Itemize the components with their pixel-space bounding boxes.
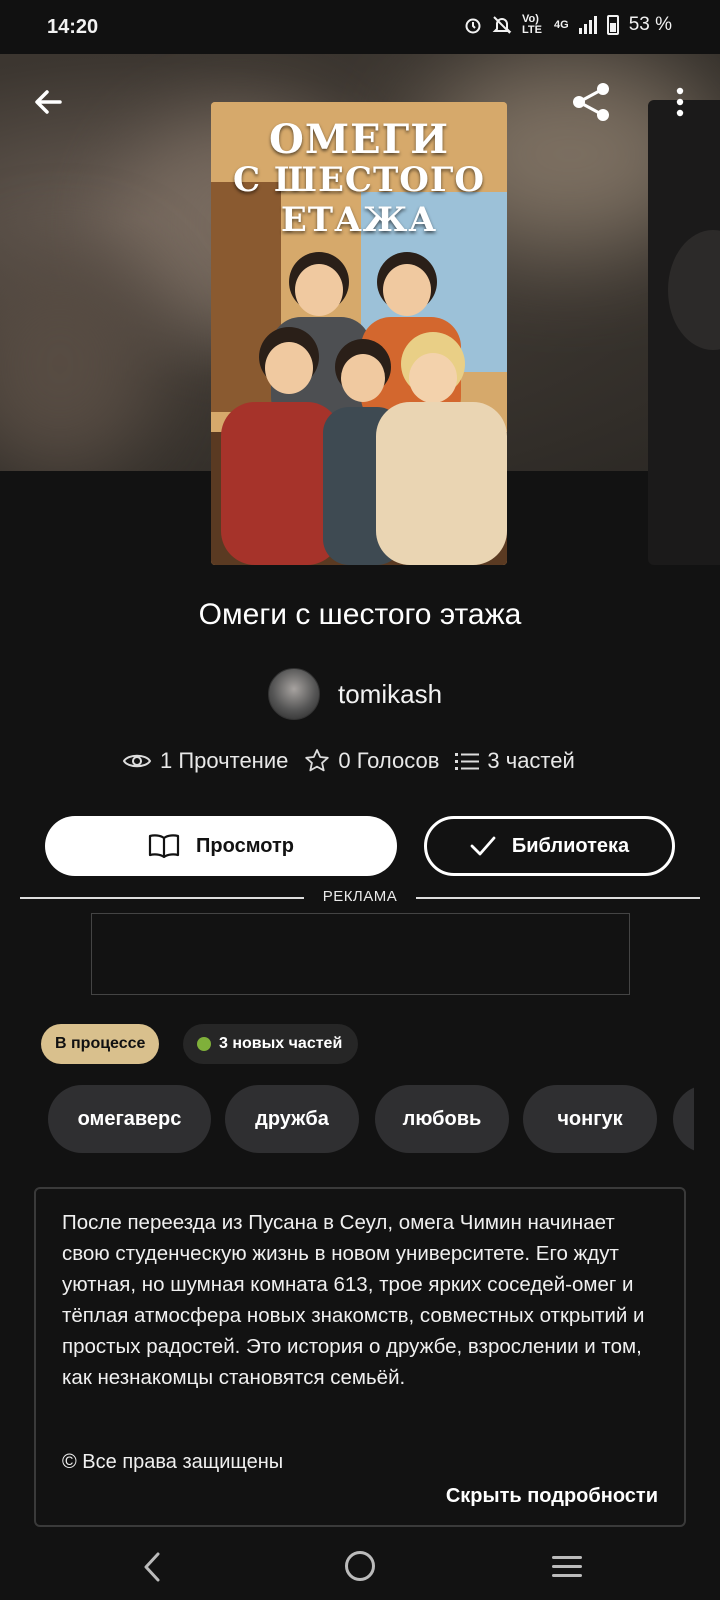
volte-indicator: Vo) LTE [522, 13, 542, 36]
tag-chip[interactable]: омегаверс [48, 1085, 211, 1153]
votes-count: 0 Голосов [338, 748, 440, 773]
ad-label: РЕКЛАМА [322, 888, 398, 905]
battery-icon [606, 15, 619, 35]
read-button-label: Просмотр [196, 834, 294, 857]
new-parts-label: 3 новых частей [219, 1035, 343, 1052]
book-open-icon [148, 834, 180, 859]
ad-divider-right [416, 897, 700, 899]
mute-icon [492, 16, 512, 34]
tag-list: омегаверс дружба любовь чонгук [48, 1085, 694, 1153]
ad-divider-left [20, 897, 304, 899]
battery-percent: 53 % [628, 14, 672, 35]
cover-title-line-3: ЕТАЖА [280, 200, 438, 240]
cover-title-line-2: С ШЕСТОГО [233, 160, 485, 200]
copyright-text: © Все права защищены [62, 1451, 284, 1473]
next-story-card[interactable] [648, 100, 720, 565]
author-link[interactable]: tomikash [268, 668, 442, 720]
system-nav-bar [0, 1536, 720, 1600]
votes-stat: 0 Голосов [304, 748, 439, 774]
ad-slot[interactable] [91, 913, 630, 995]
arrow-left-icon[interactable] [30, 84, 66, 120]
tag-chip[interactable]: дружба [225, 1085, 359, 1153]
book-cover[interactable]: ОМЕГИ С ШЕСТОГО ЕТАЖА [211, 102, 507, 565]
nav-recents-icon[interactable] [552, 1556, 582, 1578]
avatar[interactable] [268, 668, 320, 720]
status-bar: 14:20 Vo) LTE 4G 53 % [0, 0, 720, 54]
list-icon [455, 753, 480, 770]
book-title: Омеги с шестого этажа [198, 598, 522, 631]
status-time: 14:20 [47, 16, 99, 38]
author-name[interactable]: tomikash [338, 679, 442, 710]
star-icon [305, 749, 330, 772]
library-button[interactable]: Библиотека [424, 816, 675, 876]
share-icon[interactable] [570, 80, 614, 124]
status-badge: В процессе [41, 1024, 160, 1064]
nav-home-icon[interactable] [345, 1551, 375, 1581]
status-icons: Vo) LTE 4G 53 % [464, 14, 672, 36]
more-vertical-icon[interactable] [668, 84, 692, 120]
eye-icon [122, 754, 152, 768]
nav-back-icon[interactable] [140, 1550, 164, 1584]
alarm-icon [465, 18, 481, 34]
story-stats: 1 Прочтение 0 Голосов 3 частей [122, 748, 575, 774]
green-dot-icon [197, 1037, 211, 1051]
new-parts-badge: 3 новых частей [183, 1024, 359, 1064]
network-type: 4G [554, 18, 569, 31]
tag-chip-partial[interactable] [673, 1085, 694, 1153]
parts-count: 3 частей [487, 748, 575, 773]
cover-title-line-1: ОМЕГИ [268, 116, 450, 163]
hide-details-button[interactable]: Скрыть подробности [446, 1485, 658, 1508]
reads-stat: 1 Прочтение [122, 748, 288, 774]
signal-icon [578, 16, 597, 34]
description-panel: После переезда из Пусана в Сеул, омега Ч… [34, 1187, 686, 1527]
library-button-label: Библиотека [511, 834, 630, 857]
tag-chip[interactable]: любовь [375, 1085, 509, 1153]
tag-chip[interactable]: чонгук [523, 1085, 657, 1153]
description-text: После переезда из Пусана в Сеул, омега Ч… [62, 1211, 645, 1389]
check-icon [470, 836, 496, 856]
reads-count: 1 Прочтение [160, 748, 289, 773]
parts-stat: 3 частей [455, 748, 575, 774]
read-button[interactable]: Просмотр [45, 816, 397, 876]
